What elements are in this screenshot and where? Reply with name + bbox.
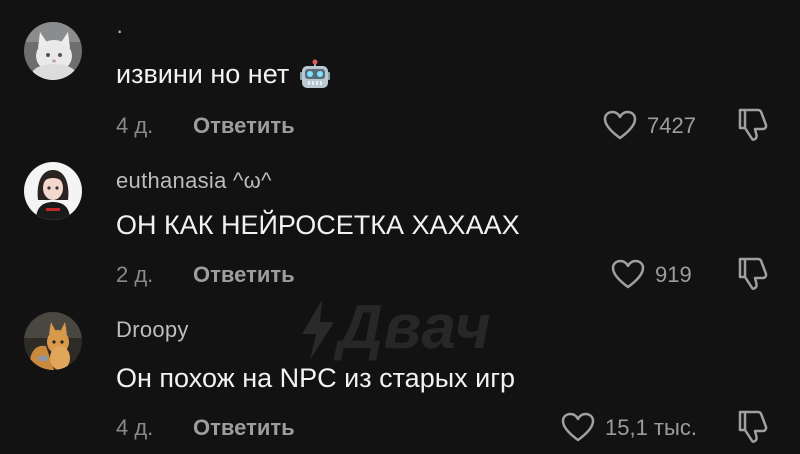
dislike-button[interactable] <box>736 255 770 296</box>
thumbs-down-icon <box>738 108 768 141</box>
heart-icon <box>603 110 637 140</box>
comment-text: ОН КАК НЕЙРОСЕТКА ХАХААХ <box>116 210 520 240</box>
like-button[interactable] <box>611 259 645 294</box>
username[interactable]: Droopy <box>116 317 189 343</box>
comments-screen: Двач · извини но нет 4 д. Ответить 7427 … <box>0 0 800 454</box>
comment-item: · извини но нет 4 д. Ответить 7427 <box>0 0 800 150</box>
comment-text: извини но нет <box>116 59 331 98</box>
avatar[interactable] <box>24 312 82 370</box>
comment-item: Droopy Он похож на NPC из старых игр 4 д… <box>0 300 800 454</box>
robot-face-icon <box>299 59 331 98</box>
like-button[interactable] <box>561 412 595 447</box>
comment-item: euthanasia ^ω^ ОН КАК НЕЙРОСЕТКА ХАХААХ … <box>0 150 800 300</box>
comment-time: 4 д. <box>116 113 154 138</box>
comment-time: 4 д. <box>116 415 154 440</box>
heart-icon <box>561 412 595 442</box>
username[interactable]: euthanasia ^ω^ <box>116 168 272 194</box>
comment-text: Он похож на NPC из старых игр <box>116 363 516 393</box>
heart-icon <box>611 259 645 289</box>
like-count: 15,1 тыс. <box>605 415 697 440</box>
thumbs-down-icon <box>738 257 768 290</box>
like-button[interactable] <box>603 110 637 145</box>
reply-button[interactable]: Ответить <box>193 415 295 441</box>
reply-button[interactable]: Ответить <box>193 113 295 139</box>
dislike-button[interactable] <box>736 106 770 147</box>
username[interactable]: · <box>116 18 124 44</box>
avatar[interactable] <box>24 162 82 220</box>
dislike-button[interactable] <box>736 408 770 449</box>
like-count: 7427 <box>647 113 696 138</box>
comment-time: 2 д. <box>116 262 154 287</box>
like-count: 919 <box>655 262 692 287</box>
avatar[interactable] <box>24 22 82 80</box>
reply-button[interactable]: Ответить <box>193 262 295 288</box>
thumbs-down-icon <box>738 410 768 443</box>
comment-text-content: извини но нет <box>116 59 290 89</box>
